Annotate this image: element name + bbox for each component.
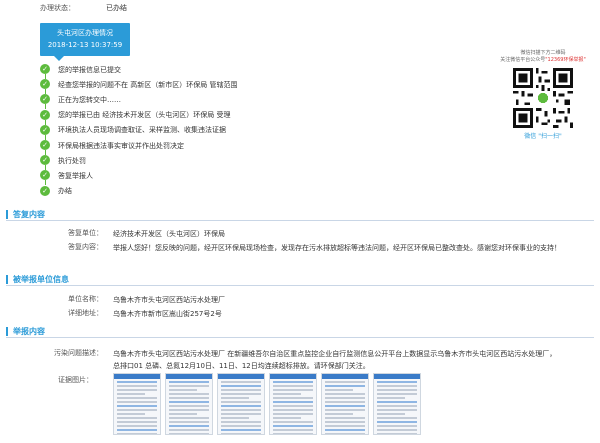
- check-circle-icon: ✓: [40, 139, 50, 150]
- reply-content-value: 举报人您好！您反映的问题，经开区环保局现场检查，发现存在污水排放超标等违法问题，…: [113, 244, 561, 252]
- reported-addr-label: 详细地址：: [68, 309, 103, 317]
- check-circle-icon: ✓: [40, 185, 50, 196]
- check-circle-icon: ✓: [40, 109, 50, 120]
- evidence-image[interactable]: [373, 373, 421, 435]
- qr-caption-2-highlight: "12369环保举报": [545, 57, 586, 63]
- step-text: 您的举报信息已提交: [58, 65, 121, 74]
- evidence-image[interactable]: [113, 373, 161, 435]
- check-circle-icon: ✓: [40, 94, 50, 105]
- evidence-image[interactable]: [217, 373, 265, 435]
- reported-addr-row: 详细地址： 乌鲁木齐市新市区嵩山街257号2号: [40, 308, 222, 320]
- section-bar: [6, 210, 8, 219]
- check-circle-icon: ✓: [40, 155, 50, 166]
- check-circle-icon: ✓: [40, 124, 50, 135]
- step-item: ✓ 环境执法人员现场调查取证、采样监测、收集违法证据: [40, 123, 237, 140]
- step-item: ✓ 环保局根据违法事实审议并作出处罚决定: [40, 138, 237, 156]
- step-text: 执行处罚: [58, 156, 86, 165]
- step-text: 答复举报人: [58, 171, 93, 180]
- evidence-gallery: [113, 373, 421, 435]
- reply-unit-label: 答复单位：: [68, 229, 103, 237]
- reported-name-label: 单位名称：: [68, 295, 103, 303]
- progress-panel: 头屯河区办理情况 2018-12-13 10:37:59 ✓ 您的举报信息已提交 …: [28, 16, 488, 200]
- status-label: 办理状态：: [40, 4, 75, 12]
- reported-name-value: 乌鲁木齐市头屯河区西站污水处理厂: [113, 296, 225, 304]
- progress-header-title: 头屯河区办理情况: [57, 29, 113, 37]
- step-text: 您的举报已由 经济技术开发区（头屯河区）环保局 受理: [58, 111, 231, 120]
- progress-header-time: 2018-12-13 10:37:59: [47, 41, 123, 49]
- check-circle-icon: ✓: [40, 79, 50, 90]
- section-reply: 答复内容: [6, 209, 594, 221]
- status-row: 办理状态： 已办结: [40, 2, 127, 14]
- qr-block: 微信扫描下方二维码 关注微信平台公众号"12369环保举报" 微信 "扫一扫": [500, 50, 586, 140]
- step-text: 环境执法人员现场调查取证、采样监测、收集违法证据: [58, 126, 226, 135]
- check-circle-icon: ✓: [40, 170, 50, 181]
- check-circle-icon: ✓: [40, 64, 50, 74]
- evidence-label: 证据图片：: [58, 376, 93, 384]
- qr-code-icon[interactable]: [513, 68, 573, 128]
- step-text: 办结: [58, 187, 72, 196]
- step-list: ✓ 您的举报信息已提交 ✓ 经查您举报的问题不在 高新区（新市区）环保局 管辖范围 …: [40, 62, 237, 199]
- step-item: ✓ 您的举报信息已提交: [40, 62, 237, 80]
- step-item: ✓ 正在为您转交中……: [40, 92, 237, 110]
- reply-content-label: 答复内容：: [68, 243, 103, 251]
- qr-caption-1: 微信扫描下方二维码: [520, 50, 566, 56]
- section-report-content: 举报内容: [6, 326, 594, 338]
- report-desc-value: 乌鲁木齐市头屯河区西站污水处理厂 在新疆维吾尔自治区重点监控企业自行监测信息公开…: [113, 350, 557, 370]
- status-value: 已办结: [106, 4, 127, 12]
- section-bar: [6, 327, 8, 336]
- reported-name-row: 单位名称： 乌鲁木齐市头屯河区西站污水处理厂: [40, 294, 225, 306]
- step-item: ✓ 办结: [40, 184, 237, 199]
- reported-addr-value: 乌鲁木齐市新市区嵩山街257号2号: [113, 310, 222, 318]
- step-text: 正在为您转交中……: [58, 95, 121, 104]
- section-title-report: 举报内容: [13, 327, 45, 336]
- step-item: ✓ 您的举报已由 经济技术开发区（头屯河区）环保局 受理: [40, 108, 237, 125]
- section-reported-unit: 被举报单位信息: [6, 274, 594, 286]
- evidence-image[interactable]: [165, 373, 213, 435]
- reply-content-row: 答复内容： 举报人您好！您反映的问题，经开区环保局现场检查，发现存在污水排放超标…: [40, 242, 568, 254]
- qr-foot: 微信 "扫一扫": [524, 133, 562, 140]
- qr-caption-2-text: 关注微信平台公众号: [500, 57, 546, 63]
- evidence-image[interactable]: [321, 373, 369, 435]
- step-item: ✓ 答复举报人: [40, 168, 237, 186]
- report-desc-row: 污染问题描述： 乌鲁木齐市头屯河区西站污水处理厂 在新疆维吾尔自治区重点监控企业…: [10, 348, 563, 372]
- qr-caption-2: 关注微信平台公众号"12369环保举报": [500, 57, 586, 64]
- step-text: 环保局根据违法事实审议并作出处罚决定: [58, 141, 184, 150]
- step-text: 经查您举报的问题不在 高新区（新市区）环保局 管辖范围: [58, 80, 238, 89]
- evidence-image[interactable]: [269, 373, 317, 435]
- evidence-row: 证据图片：: [10, 375, 103, 385]
- step-item: ✓ 执行处罚: [40, 153, 237, 171]
- progress-header: 头屯河区办理情况 2018-12-13 10:37:59: [40, 23, 130, 61]
- reply-unit-row: 答复单位： 经济技术开发区（头屯河区）环保局: [40, 228, 225, 240]
- section-title-reply: 答复内容: [13, 210, 45, 219]
- step-item: ✓ 经查您举报的问题不在 高新区（新市区）环保局 管辖范围: [40, 77, 238, 95]
- section-bar: [6, 275, 8, 284]
- report-desc-label: 污染问题描述：: [54, 349, 103, 357]
- reply-unit-value: 经济技术开发区（头屯河区）环保局: [113, 230, 225, 238]
- section-title-reported: 被举报单位信息: [13, 275, 69, 284]
